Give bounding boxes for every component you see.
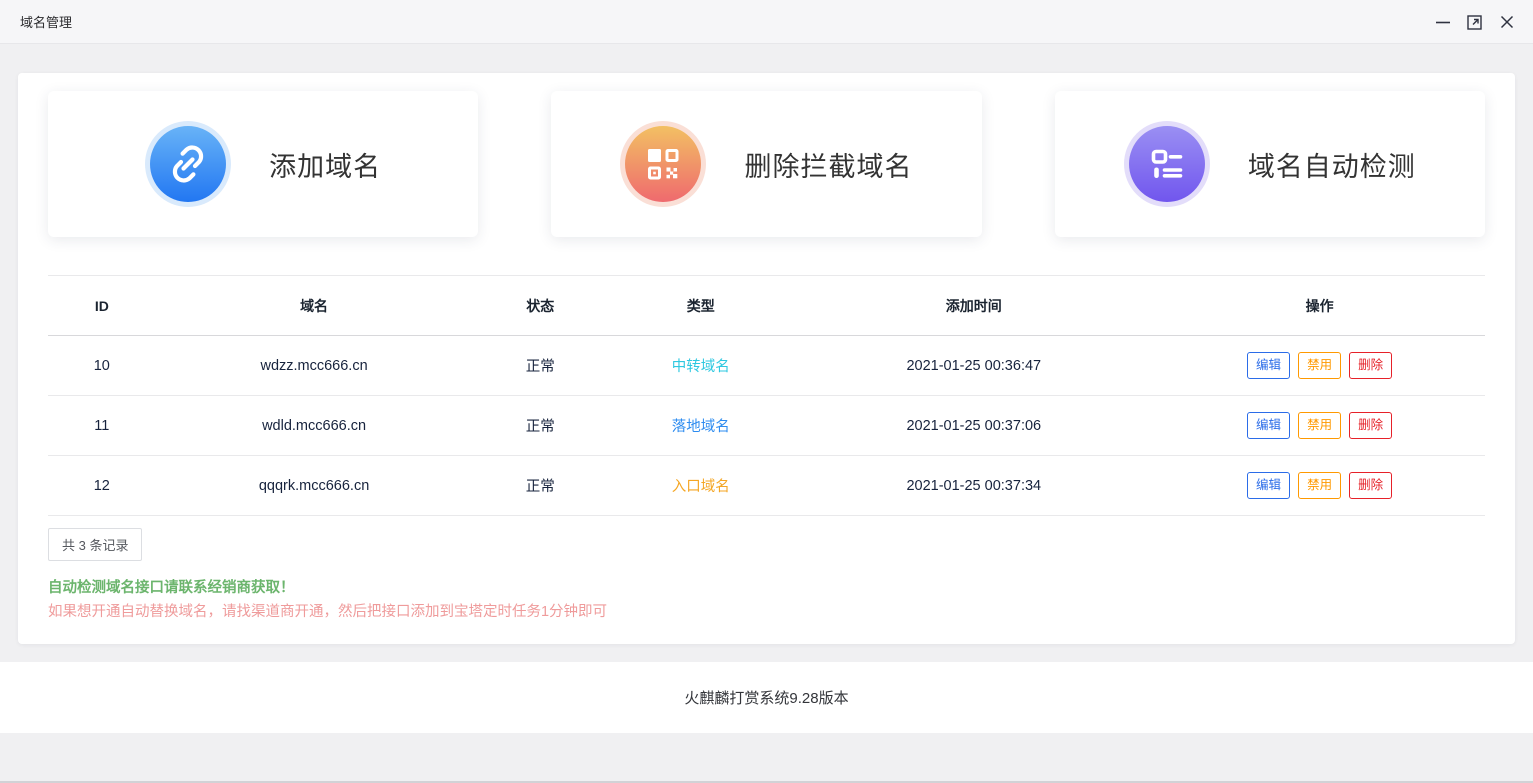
cell-id: 12	[48, 478, 156, 494]
cell-status: 正常	[473, 355, 609, 376]
edit-button[interactable]: 编辑	[1247, 412, 1290, 439]
close-button[interactable]	[1491, 7, 1523, 37]
disable-button[interactable]: 禁用	[1298, 472, 1341, 499]
delete-button[interactable]: 删除	[1349, 352, 1392, 379]
record-count-badge: 共 3 条记录	[48, 528, 142, 561]
auto-detect-domain-label: 域名自动检测	[1248, 145, 1416, 184]
main-panel: 添加域名 删除拦截域名	[18, 73, 1515, 644]
cell-id: 11	[48, 418, 156, 434]
add-domain-label: 添加域名	[269, 145, 381, 184]
action-cards: 添加域名 删除拦截域名	[48, 91, 1485, 237]
window-title: 域名管理	[20, 12, 72, 31]
version-band: 火麒麟打赏系统9.28版本	[0, 662, 1533, 733]
delete-blocked-domain-label: 删除拦截域名	[744, 145, 912, 184]
edit-button[interactable]: 编辑	[1247, 472, 1290, 499]
delete-button[interactable]: 删除	[1349, 472, 1392, 499]
cell-domain: wdld.mcc666.cn	[156, 418, 473, 434]
delete-blocked-domain-card[interactable]: 删除拦截域名	[551, 91, 981, 237]
auto-detect-tip: 自动检测域名接口请联系经销商获取！	[48, 576, 295, 597]
cell-time: 2021-01-25 00:37:34	[793, 478, 1154, 494]
col-header-id: ID	[48, 298, 156, 314]
disable-button[interactable]: 禁用	[1298, 412, 1341, 439]
maximize-button[interactable]	[1459, 7, 1491, 37]
auto-replace-tip: 如果想开通自动替换域名，请找渠道商开通，然后把接口添加到宝塔定时任务1分钟即可	[48, 600, 607, 621]
titlebar: 域名管理	[0, 0, 1533, 44]
cell-domain: wdzz.mcc666.cn	[156, 358, 473, 374]
add-domain-card[interactable]: 添加域名	[48, 91, 478, 237]
minimize-button[interactable]	[1427, 7, 1459, 37]
cell-actions: 编辑 禁用 删除	[1154, 472, 1485, 499]
col-header-time: 添加时间	[793, 296, 1154, 316]
close-icon	[1497, 12, 1517, 32]
version-text: 火麒麟打赏系统9.28版本	[684, 687, 848, 708]
cell-type: 落地域名	[608, 415, 793, 436]
delete-button[interactable]: 删除	[1349, 412, 1392, 439]
col-header-domain: 域名	[156, 296, 473, 316]
window-controls	[1427, 7, 1523, 37]
cell-actions: 编辑 禁用 删除	[1154, 412, 1485, 439]
edit-button[interactable]: 编辑	[1247, 352, 1290, 379]
cell-status: 正常	[473, 475, 609, 496]
cell-type: 中转域名	[608, 355, 793, 376]
link-icon	[150, 126, 226, 202]
qrcode-icon	[625, 126, 701, 202]
table-row: 10 wdzz.mcc666.cn 正常 中转域名 2021-01-25 00:…	[48, 336, 1485, 396]
cell-time: 2021-01-25 00:36:47	[793, 358, 1154, 374]
col-header-action: 操作	[1154, 296, 1485, 316]
domain-table: ID 域名 状态 类型 添加时间 操作 10 wdzz.mcc666.cn 正常…	[48, 275, 1485, 516]
cell-actions: 编辑 禁用 删除	[1154, 352, 1485, 379]
disable-button[interactable]: 禁用	[1298, 352, 1341, 379]
cell-id: 10	[48, 358, 156, 374]
maximize-icon	[1465, 12, 1485, 32]
cell-time: 2021-01-25 00:37:06	[793, 418, 1154, 434]
table-row: 12 qqqrk.mcc666.cn 正常 入口域名 2021-01-25 00…	[48, 456, 1485, 516]
form-list-icon	[1129, 126, 1205, 202]
minimize-icon	[1433, 12, 1453, 32]
domain-manager-window: { "window": { "title": "域名管理" }, "cards"…	[0, 0, 1533, 783]
cell-domain: qqqrk.mcc666.cn	[156, 478, 473, 494]
auto-detect-domain-card[interactable]: 域名自动检测	[1055, 91, 1485, 237]
cell-type: 入口域名	[608, 475, 793, 496]
col-header-type: 类型	[608, 296, 793, 316]
col-header-status: 状态	[473, 296, 609, 316]
table-header: ID 域名 状态 类型 添加时间 操作	[48, 275, 1485, 336]
table-row: 11 wdld.mcc666.cn 正常 落地域名 2021-01-25 00:…	[48, 396, 1485, 456]
cell-status: 正常	[473, 415, 609, 436]
